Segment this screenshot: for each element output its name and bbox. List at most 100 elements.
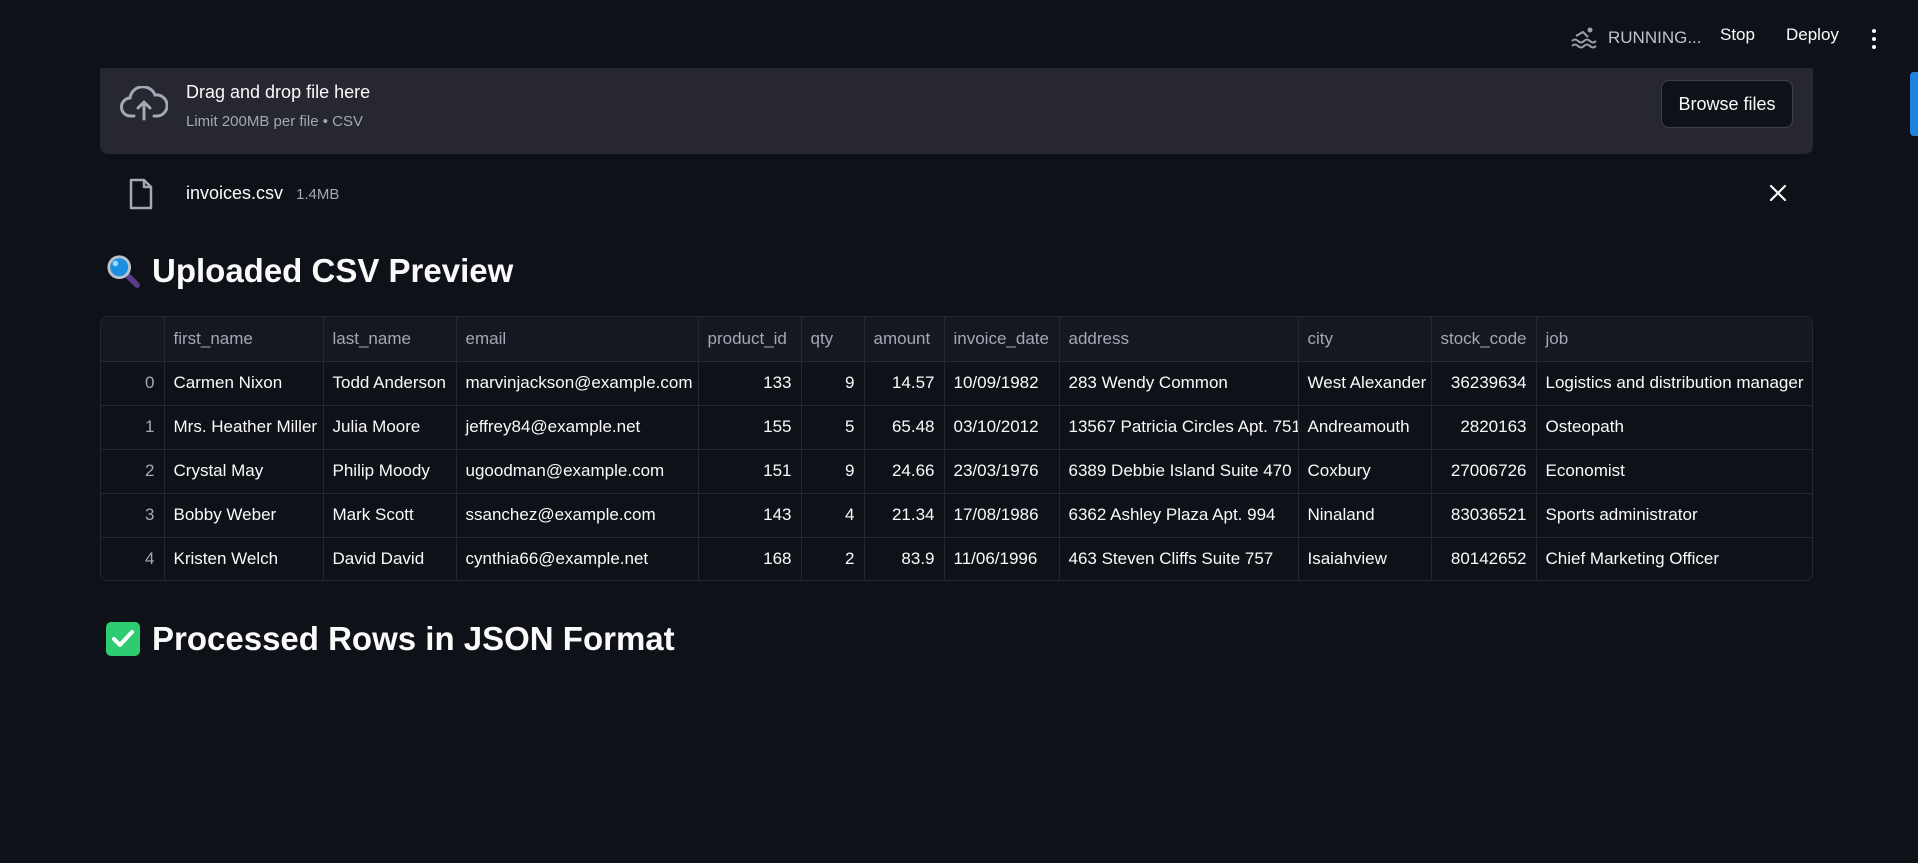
table-cell[interactable]: Isaiahview	[1298, 537, 1432, 580]
row-index-cell[interactable]: 2	[101, 449, 165, 494]
magnifier-icon	[106, 254, 140, 288]
table-cell[interactable]: 11/06/1996	[944, 537, 1060, 580]
file-icon	[128, 178, 154, 215]
column-header[interactable]: last_name	[323, 317, 457, 362]
table-cell[interactable]: 14.57	[864, 361, 945, 406]
table-cell[interactable]: Todd Anderson	[323, 361, 457, 406]
column-header[interactable]: product_id	[698, 317, 802, 362]
column-header[interactable]: first_name	[164, 317, 324, 362]
table-cell[interactable]: Philip Moody	[323, 449, 457, 494]
table-cell[interactable]: 2	[801, 537, 865, 580]
table-cell[interactable]: 03/10/2012	[944, 405, 1060, 450]
table-cell[interactable]: Chief Marketing Officer	[1536, 537, 1812, 580]
table-cell[interactable]: 17/08/1986	[944, 493, 1060, 538]
row-index-cell[interactable]: 1	[101, 405, 165, 450]
table-cell[interactable]: Mark Scott	[323, 493, 457, 538]
table-cell[interactable]: Julia Moore	[323, 405, 457, 450]
table-cell[interactable]: Mrs. Heather Miller	[164, 405, 324, 450]
csv-preview-table[interactable]: first_name last_name email product_id qt…	[100, 316, 1813, 581]
file-dropzone[interactable]: Drag and drop file here Limit 200MB per …	[100, 68, 1813, 154]
table-cell[interactable]: Carmen Nixon	[164, 361, 324, 406]
table-cell[interactable]: 27006726	[1431, 449, 1537, 494]
remove-file-close-icon[interactable]	[1769, 184, 1787, 207]
table-cell[interactable]: 155	[698, 405, 802, 450]
table-row[interactable]: 4 Kristen Welch David David cynthia66@examp…	[101, 537, 1812, 580]
table-cell[interactable]: 463 Steven Cliffs Suite 757	[1059, 537, 1299, 580]
table-cell[interactable]: 83.9	[864, 537, 945, 580]
sidebar-edge-tab[interactable]	[1910, 72, 1918, 136]
preview-title: Uploaded CSV Preview	[152, 252, 514, 289]
table-cell[interactable]: 23/03/1976	[944, 449, 1060, 494]
kebab-menu-icon	[1872, 29, 1876, 33]
table-cell[interactable]: cynthia66@example.net	[456, 537, 699, 580]
table-cell[interactable]: jeffrey84@example.net	[456, 405, 699, 450]
processed-heading: Processed Rows in JSON Format	[106, 620, 675, 658]
table-cell[interactable]: 36239634	[1431, 361, 1537, 406]
dropzone-title: Drag and drop file here	[186, 82, 371, 102]
cloud-upload-icon	[120, 85, 169, 127]
running-status: RUNNING...	[1570, 26, 1702, 50]
table-cell[interactable]: Andreamouth	[1298, 405, 1432, 450]
column-header[interactable]	[101, 317, 165, 362]
table-cell[interactable]: marvinjackson@example.com	[456, 361, 699, 406]
column-header[interactable]: amount	[864, 317, 945, 362]
table-cell[interactable]: 6362 Ashley Plaza Apt. 994	[1059, 493, 1299, 538]
browse-files-button[interactable]: Browse files	[1661, 80, 1793, 128]
table-row[interactable]: 1 Mrs. Heather Miller Julia Moore jeffrey84…	[101, 405, 1812, 450]
table-cell[interactable]: ssanchez@example.com	[456, 493, 699, 538]
column-header[interactable]: qty	[801, 317, 865, 362]
table-cell[interactable]: 24.66	[864, 449, 945, 494]
row-index-cell[interactable]: 0	[101, 361, 165, 406]
table-cell[interactable]: Bobby Weber	[164, 493, 324, 538]
preview-heading: Uploaded CSV Preview	[106, 252, 513, 290]
table-cell[interactable]: Economist	[1536, 449, 1812, 494]
column-header[interactable]: address	[1059, 317, 1299, 362]
top-header: RUNNING... Stop Deploy	[0, 0, 1918, 72]
table-cell[interactable]: 21.34	[864, 493, 945, 538]
table-cell[interactable]: Coxbury	[1298, 449, 1432, 494]
table-cell[interactable]: Ninaland	[1298, 493, 1432, 538]
processed-title: Processed Rows in JSON Format	[152, 620, 675, 657]
row-index-cell[interactable]: 4	[101, 537, 165, 580]
column-header[interactable]: job	[1536, 317, 1812, 362]
table-row[interactable]: 2 Crystal May Philip Moody ugoodman@example…	[101, 449, 1812, 494]
deploy-button[interactable]: Deploy	[1786, 25, 1839, 45]
column-header[interactable]: stock_code	[1431, 317, 1537, 362]
table-cell[interactable]: 6389 Debbie Island Suite 470	[1059, 449, 1299, 494]
table-cell[interactable]: 9	[801, 361, 865, 406]
table-cell[interactable]: West Alexander	[1298, 361, 1432, 406]
table-cell[interactable]: 133	[698, 361, 802, 406]
table-cell[interactable]: Crystal May	[164, 449, 324, 494]
table-cell[interactable]: 13567 Patricia Circles Apt. 751	[1059, 405, 1299, 450]
column-header[interactable]: invoice_date	[944, 317, 1060, 362]
table-cell[interactable]: Osteopath	[1536, 405, 1812, 450]
table-cell[interactable]: 83036521	[1431, 493, 1537, 538]
column-header[interactable]: email	[456, 317, 699, 362]
table-cell[interactable]: David David	[323, 537, 457, 580]
table-cell[interactable]: 80142652	[1431, 537, 1537, 580]
table-cell[interactable]: Sports administrator	[1536, 493, 1812, 538]
table-cell[interactable]: Logistics and distribution manager	[1536, 361, 1812, 406]
row-index-cell[interactable]: 3	[101, 493, 165, 538]
table-cell[interactable]: 5	[801, 405, 865, 450]
table-cell[interactable]: 4	[801, 493, 865, 538]
check-mark-icon	[106, 622, 140, 656]
file-size: 1.4MB	[296, 186, 340, 203]
table-row[interactable]: 3 Bobby Weber Mark Scott ssanchez@example.c…	[101, 493, 1812, 538]
table-cell[interactable]: Kristen Welch	[164, 537, 324, 580]
table-cell[interactable]: 65.48	[864, 405, 945, 450]
main-menu-button[interactable]	[1864, 26, 1884, 52]
table-cell[interactable]: 9	[801, 449, 865, 494]
uploaded-file-item: invoices.csv 1.4MB	[100, 176, 1813, 212]
stop-button[interactable]: Stop	[1720, 25, 1755, 45]
table-cell[interactable]: 151	[698, 449, 802, 494]
table-cell[interactable]: 283 Wendy Common	[1059, 361, 1299, 406]
table-cell[interactable]: 168	[698, 537, 802, 580]
table-cell[interactable]: 143	[698, 493, 802, 538]
column-header[interactable]: city	[1298, 317, 1432, 362]
table-cell[interactable]: ugoodman@example.com	[456, 449, 699, 494]
file-name: invoices.csv	[186, 183, 284, 203]
table-cell[interactable]: 2820163	[1431, 405, 1537, 450]
table-row[interactable]: 0 Carmen Nixon Todd Anderson marvinjackson@…	[101, 361, 1812, 406]
table-cell[interactable]: 10/09/1982	[944, 361, 1060, 406]
